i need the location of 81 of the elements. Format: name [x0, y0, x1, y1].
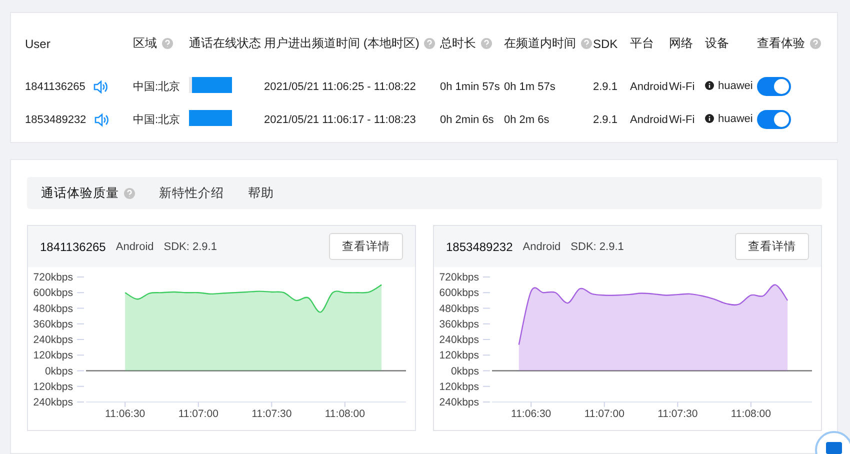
column-header: 用户进出频道时间 (本地时区): [264, 35, 420, 52]
sdk-label: SDK: 2.9.1: [164, 240, 217, 252]
help-icon[interactable]: [162, 38, 173, 49]
axis-label: 240kbps: [33, 334, 73, 346]
tab[interactable]: 通话体验质量: [41, 184, 119, 202]
axis-label: 120kbps: [33, 350, 73, 362]
in-channel-time-cell: 0h 1m 57s: [504, 80, 556, 92]
platform-label: Android: [522, 240, 561, 252]
axis-label: 240kbps: [439, 396, 479, 408]
platform-cell: Android: [630, 114, 668, 126]
total-duration-cell: 0h 2min 6s: [440, 114, 494, 126]
help-icon[interactable]: [810, 38, 821, 49]
axis-label: 0kbps: [44, 365, 73, 378]
help-icon[interactable]: [124, 188, 135, 198]
axis-label: 11:07:00: [584, 408, 624, 420]
axis-label: 480kbps: [33, 302, 73, 315]
axis-label: 240kbps: [439, 334, 479, 346]
axis-label: 0kbps: [450, 365, 479, 378]
axis-label: 360kbps: [33, 318, 73, 330]
help-icon[interactable]: [481, 38, 492, 49]
user-id: 1853489232: [446, 240, 513, 254]
user-id: 1853489232: [25, 114, 86, 126]
network-cell: Wi-Fi: [669, 114, 695, 126]
axis-label: 480kbps: [439, 302, 479, 315]
toggle-switch[interactable]: [757, 77, 791, 96]
axis-label: 11:06:30: [511, 408, 552, 420]
sdk-label: SDK: 2.9.1: [570, 240, 624, 252]
column-header: User: [25, 36, 50, 50]
user-id: 1841136265: [25, 80, 86, 92]
column-header: 在频道内时间: [504, 35, 576, 52]
column-header: 总时长: [440, 35, 476, 52]
sdk-cell: 2.9.1: [593, 80, 618, 92]
network-cell: Wi-Fi: [669, 80, 695, 92]
column-header: 区域: [133, 35, 157, 52]
total-duration-cell: 0h 1min 57s: [440, 80, 500, 92]
column-header: 平台: [630, 35, 654, 52]
axis-label: 11:08:00: [730, 408, 771, 420]
platform-label: Android: [116, 240, 154, 252]
axis-label: 120kbps: [33, 380, 73, 393]
axis-label: 11:07:00: [178, 408, 218, 420]
axis-label: 11:07:30: [252, 408, 292, 420]
column-header: 查看体验: [757, 35, 805, 52]
time-range-cell: 2021/05/21 11:06:17 - 11:08:23: [264, 114, 416, 126]
region-cell: 中国:北京: [133, 81, 180, 93]
axis-label: 11:08:00: [324, 408, 365, 420]
column-header: 通话在线状态: [189, 35, 261, 52]
speaker-icon[interactable]: [93, 78, 110, 94]
axis-label: 720kbps: [33, 272, 73, 284]
user-id: 1841136265: [40, 240, 106, 254]
help-icon[interactable]: [424, 38, 436, 49]
column-header: 网络: [669, 35, 693, 52]
online-status-bar: [189, 77, 233, 93]
tab[interactable]: 帮助: [248, 184, 274, 202]
axis-label: 240kbps: [33, 396, 73, 408]
axis-label: 600kbps: [33, 287, 73, 300]
time-range-cell: 2021/05/21 11:06:25 - 11:08:22: [264, 80, 416, 92]
column-header: SDK: [593, 36, 618, 50]
toggle-switch[interactable]: [757, 110, 791, 129]
info-icon[interactable]: [705, 114, 714, 124]
axis-label: 360kbps: [439, 318, 479, 330]
info-icon[interactable]: [705, 81, 714, 90]
device-cell: huawei: [718, 80, 753, 92]
region-cell: 中国:北京: [133, 114, 180, 126]
axis-label: 600kbps: [439, 287, 479, 300]
axis-label: 120kbps: [439, 350, 479, 362]
axis-label: 11:07:30: [658, 408, 698, 420]
details-button[interactable]: 查看详情: [329, 233, 403, 260]
online-status-bar: [189, 110, 233, 126]
axis-label: 11:06:30: [105, 408, 146, 420]
sdk-cell: 2.9.1: [593, 114, 618, 126]
in-channel-time-cell: 0h 2m 6s: [504, 114, 550, 126]
platform-cell: Android: [630, 80, 668, 92]
column-header: 设备: [705, 35, 729, 52]
axis-label: 120kbps: [439, 380, 479, 393]
tab[interactable]: 新特性介绍: [159, 184, 224, 202]
speaker-icon[interactable]: [94, 112, 110, 128]
details-button[interactable]: 查看详情: [735, 233, 809, 260]
help-icon[interactable]: [581, 38, 592, 49]
device-cell: huawei: [718, 112, 753, 125]
help-widget-icon[interactable]: [814, 430, 850, 454]
axis-label: 720kbps: [439, 272, 479, 284]
